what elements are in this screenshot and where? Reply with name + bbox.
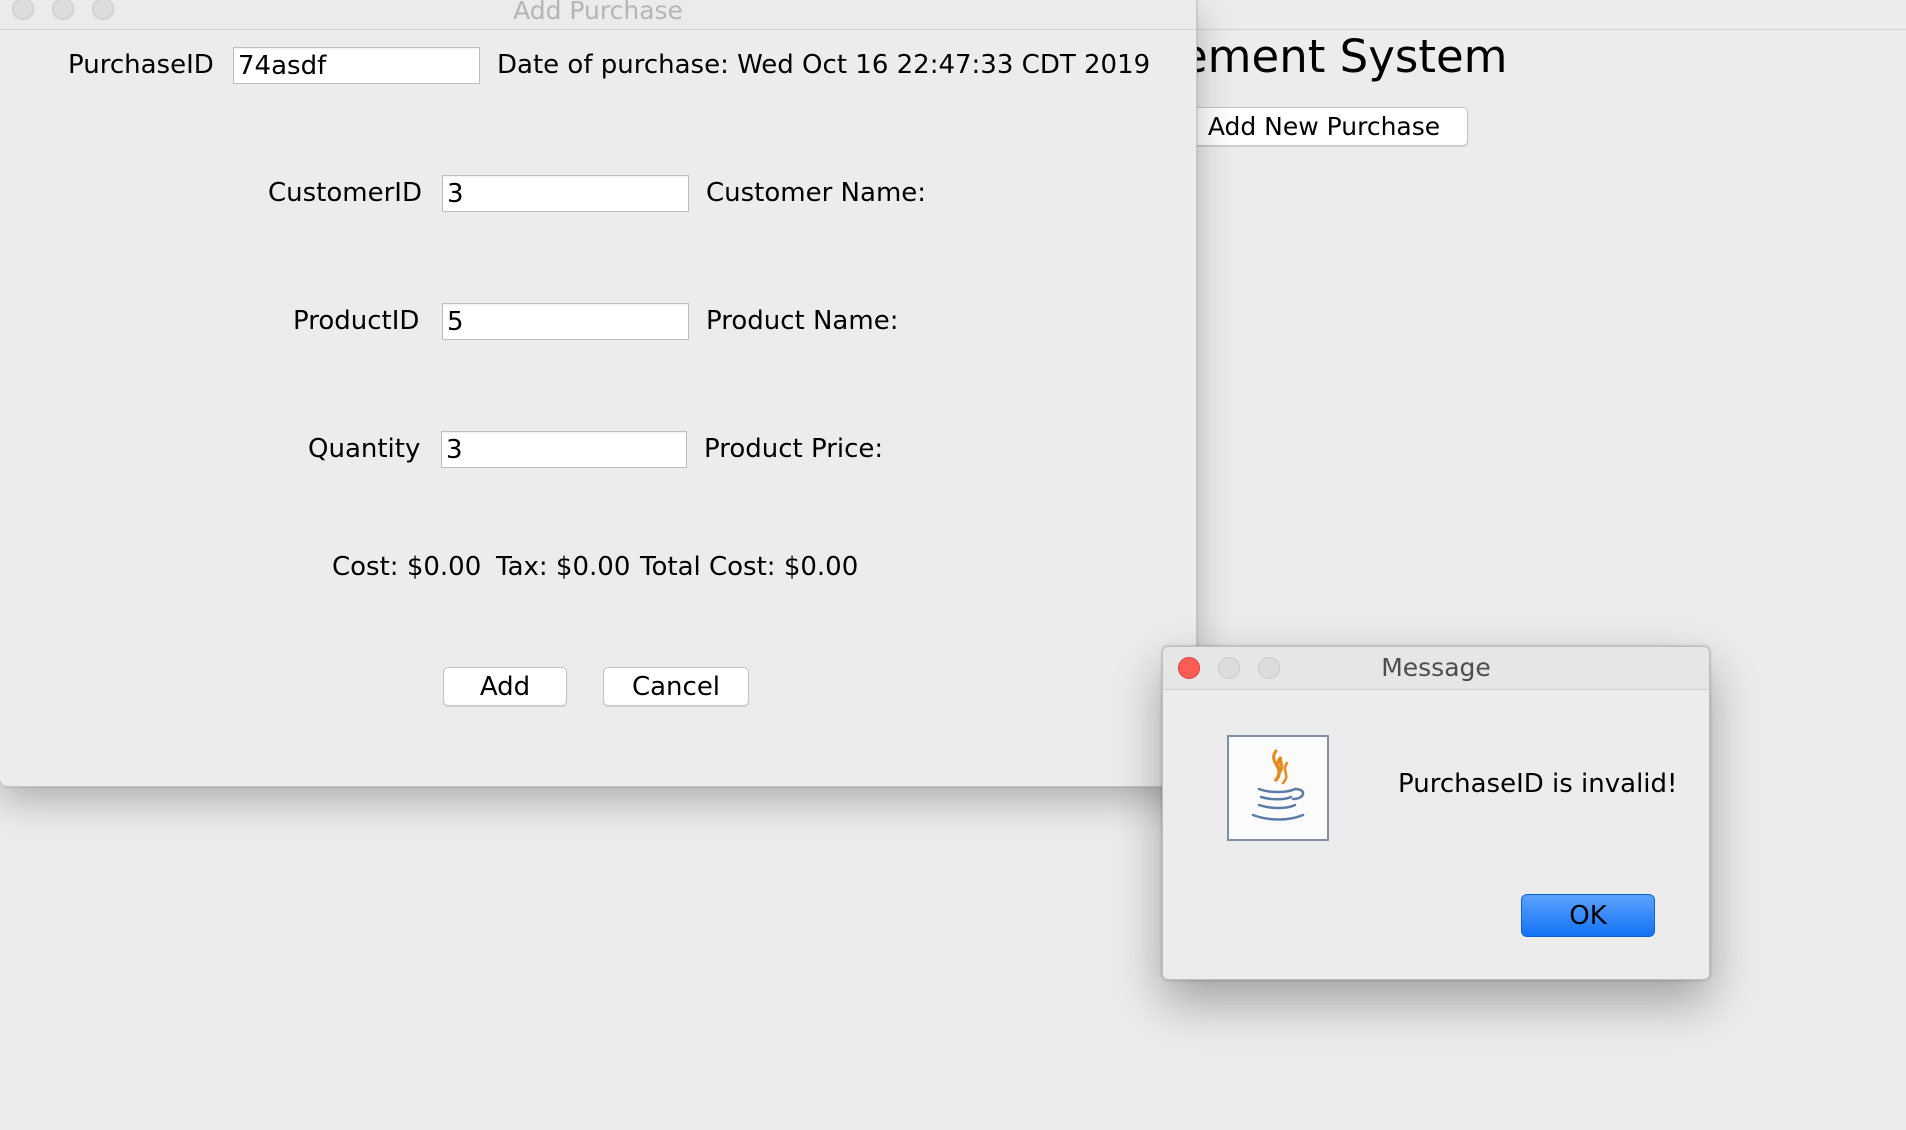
ok-button[interactable]: OK [1521,894,1655,937]
main-window-heading: ement System [1180,30,1508,83]
cost-label: Cost: $0.00 [332,552,482,582]
java-icon [1227,735,1329,841]
message-text: PurchaseID is invalid! [1398,769,1678,799]
add-purchase-titlebar: Add Purchase [0,0,1196,30]
product-id-input[interactable] [442,303,689,340]
message-dialog-titlebar: Message [1163,647,1709,690]
purchase-id-label: PurchaseID [68,50,214,80]
add-new-purchase-button[interactable]: Add New Purchase [1180,107,1468,146]
product-id-label: ProductID [293,306,420,336]
add-purchase-window: Add Purchase PurchaseID Date of purchase… [0,0,1197,787]
purchase-id-input[interactable] [233,47,480,84]
customer-id-input[interactable] [442,175,689,212]
add-button[interactable]: Add [443,667,567,706]
product-price-label: Product Price: [704,434,884,464]
date-of-purchase-label: Date of purchase: Wed Oct 16 22:47:33 CD… [497,50,1151,80]
customer-id-label: CustomerID [268,178,422,208]
cancel-button[interactable]: Cancel [603,667,749,706]
tax-label: Tax: $0.00 [496,552,631,582]
quantity-label: Quantity [308,434,421,464]
product-name-label: Product Name: [706,306,899,336]
quantity-input[interactable] [441,431,687,468]
message-dialog: Message PurchaseID is invalid! OK [1162,646,1710,980]
message-dialog-title: Message [1381,653,1491,682]
customer-name-label: Customer Name: [706,178,927,208]
total-cost-label: Total Cost: $0.00 [640,552,859,582]
add-purchase-title: Add Purchase [513,0,683,25]
